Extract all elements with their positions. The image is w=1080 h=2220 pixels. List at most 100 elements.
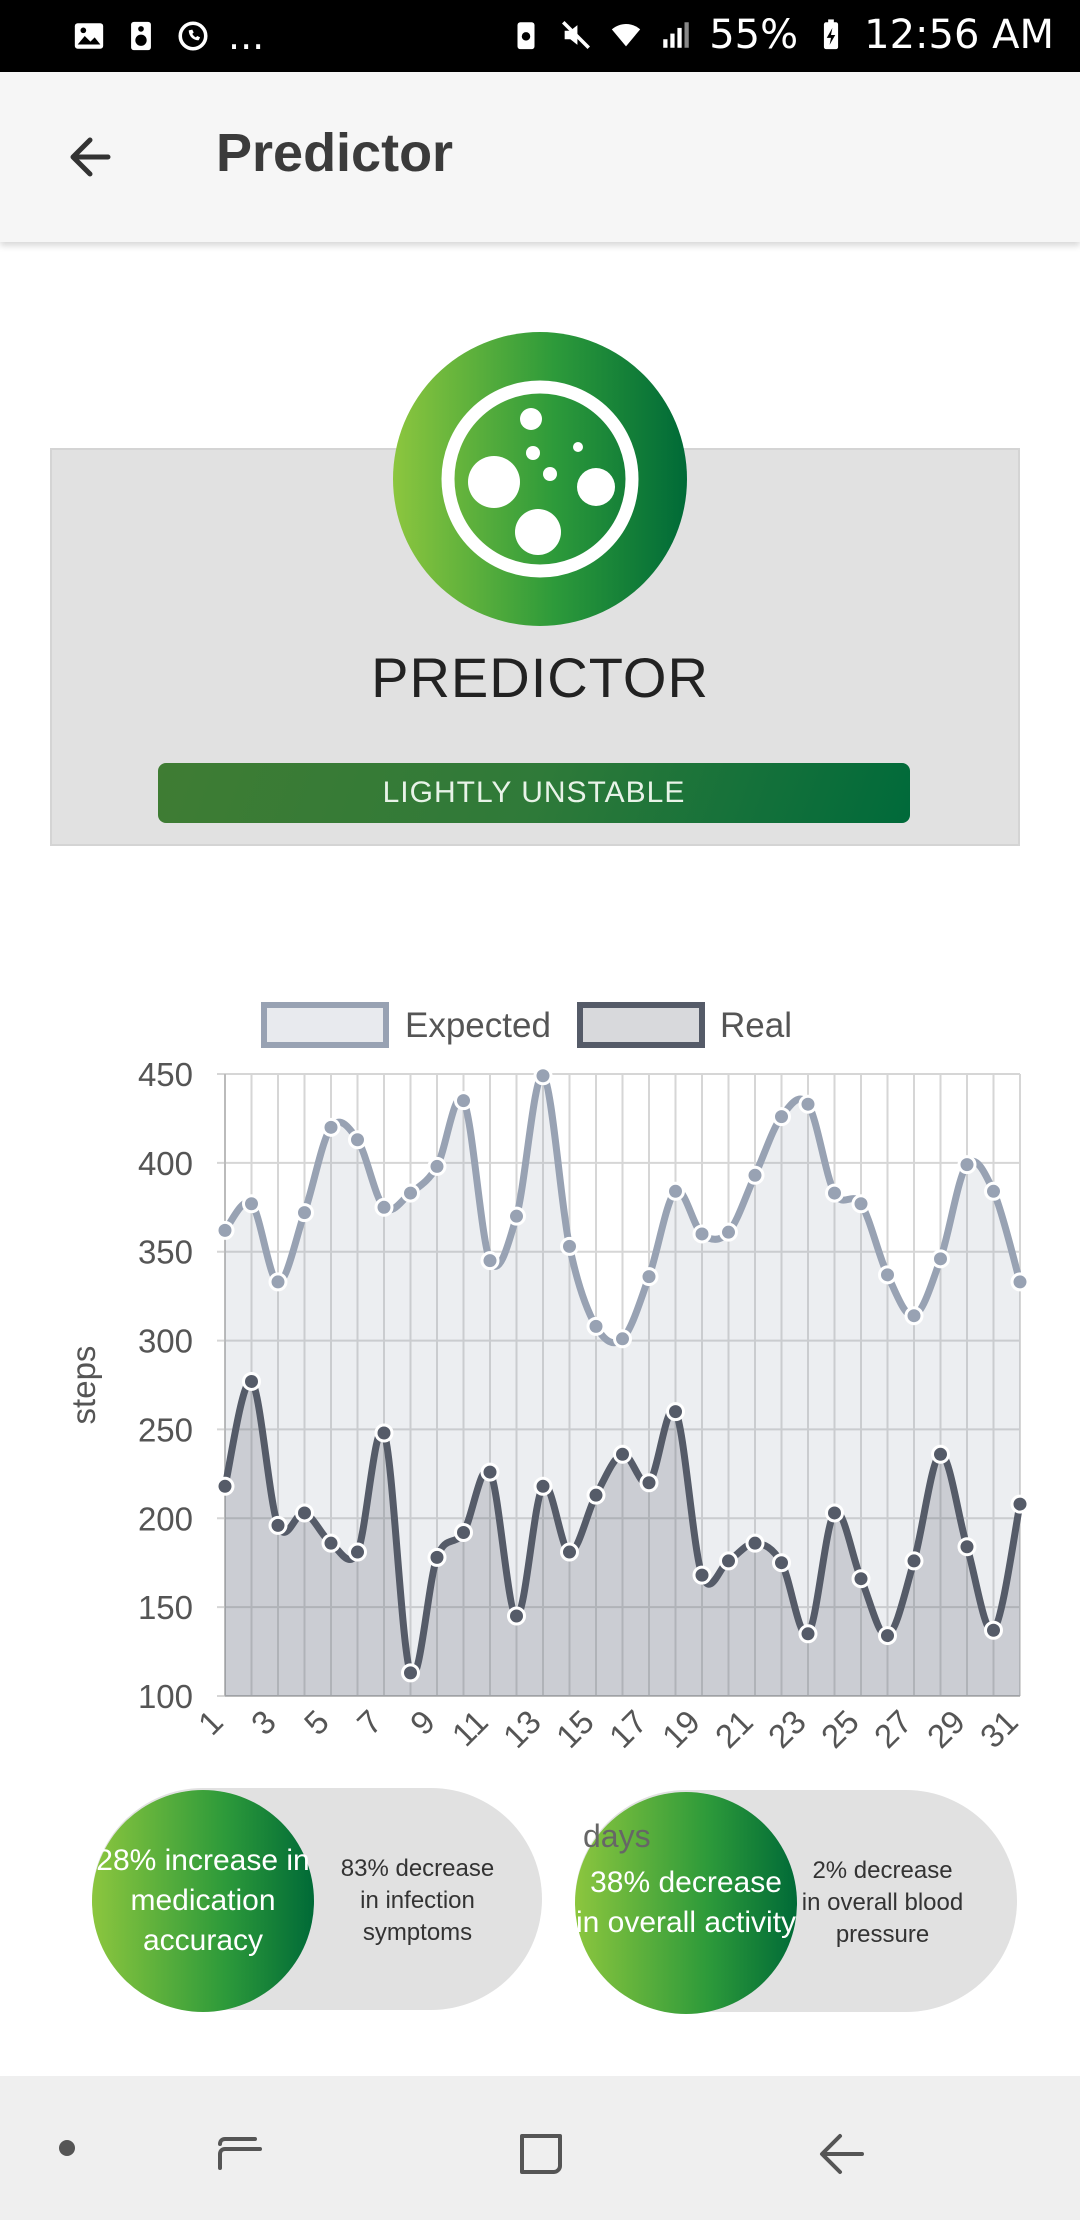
- back-button-icon[interactable]: [812, 2124, 872, 2184]
- y-axis-label: steps: [65, 1346, 102, 1425]
- data-point-expected: [533, 1066, 553, 1086]
- y-tick-label: 150: [138, 1589, 193, 1626]
- data-point-expected: [348, 1130, 367, 1150]
- petri-dish-icon: [441, 380, 639, 578]
- data-point-real: [639, 1473, 659, 1493]
- x-tick-label: 7: [350, 1703, 389, 1742]
- data-point-expected: [480, 1251, 500, 1271]
- x-tick-label: 15: [549, 1703, 601, 1755]
- image-icon: [74, 23, 104, 49]
- data-point-real: [480, 1462, 500, 1482]
- data-point-real: [268, 1515, 288, 1535]
- data-point-real: [878, 1626, 897, 1646]
- data-point-real: [215, 1476, 235, 1496]
- home-button-icon[interactable]: [512, 2124, 572, 2184]
- x-tick-label: 23: [761, 1703, 813, 1755]
- y-tick-label: 200: [138, 1500, 193, 1537]
- x-tick-label: 11: [445, 1703, 495, 1753]
- data-point-expected: [613, 1329, 632, 1349]
- data-point-expected: [374, 1197, 394, 1217]
- data-point-expected: [719, 1222, 738, 1242]
- data-point-expected: [957, 1155, 977, 1175]
- data-point-expected: [321, 1117, 341, 1137]
- data-point-real: [401, 1663, 420, 1683]
- data-point-real: [719, 1551, 738, 1571]
- data-point-expected: [798, 1094, 818, 1114]
- data-point-expected: [772, 1107, 791, 1127]
- y-tick-label: 100: [138, 1678, 193, 1715]
- app-bar: Predictor: [0, 72, 1080, 242]
- legend-swatch-real: [577, 1002, 705, 1048]
- x-tick-label: 5: [297, 1703, 336, 1742]
- data-point-expected: [745, 1165, 765, 1185]
- data-point-real: [348, 1542, 367, 1562]
- stat-side-2: 2% decrease in overall blood pressure: [801, 1857, 964, 1948]
- data-point-real: [692, 1565, 712, 1585]
- wifi-icon: [612, 24, 641, 47]
- y-tick-label: 400: [138, 1145, 193, 1182]
- data-point-real: [374, 1423, 394, 1443]
- data-point-real: [825, 1503, 844, 1523]
- page-title: Predictor: [216, 123, 454, 183]
- x-tick-label: 1: [191, 1703, 230, 1742]
- battery-percent: 55%: [709, 12, 799, 58]
- data-point-expected: [560, 1236, 579, 1256]
- data-point-real: [533, 1476, 553, 1496]
- data-point-expected: [507, 1206, 526, 1226]
- data-point-expected: [215, 1220, 235, 1240]
- data-point-expected: [692, 1224, 712, 1244]
- data-point-real: [586, 1485, 606, 1505]
- x-tick-label: 25: [814, 1703, 866, 1755]
- data-point-expected: [454, 1091, 473, 1111]
- data-point-real: [851, 1569, 871, 1589]
- stat-main-1: 28% increase in medication accuracy: [92, 1790, 314, 2012]
- speaker-icon: [131, 21, 151, 51]
- recent-apps-icon[interactable]: [212, 2124, 272, 2184]
- data-point-real: [613, 1444, 632, 1464]
- data-point-expected: [904, 1306, 924, 1326]
- x-tick-label: 17: [602, 1703, 654, 1755]
- data-point-real: [321, 1533, 341, 1553]
- x-tick-label: 9: [403, 1703, 442, 1742]
- data-point-real: [745, 1533, 765, 1553]
- data-point-expected: [242, 1194, 261, 1214]
- x-tick-label: 29: [920, 1703, 972, 1755]
- data-point-real: [772, 1553, 791, 1573]
- data-point-real: [798, 1624, 818, 1644]
- steps-line-chart: 1001502002503003504004501 3 5 7 9 11 13 15 17 19 2…: [65, 1002, 1030, 1755]
- legend-swatch-expected: [261, 1002, 389, 1048]
- status-bar: ... 55% 12:56 AM: [0, 0, 1080, 72]
- data-point-expected: [825, 1183, 844, 1203]
- data-point-real: [984, 1620, 1003, 1640]
- x-tick-label: 3: [244, 1703, 283, 1742]
- data-point-expected: [268, 1272, 288, 1292]
- x-axis-label: days: [583, 1818, 651, 1854]
- data-point-real: [904, 1551, 924, 1571]
- y-tick-label: 250: [138, 1411, 193, 1448]
- data-point-real: [957, 1537, 977, 1557]
- mute-icon: [562, 20, 591, 50]
- data-point-expected: [851, 1194, 871, 1214]
- y-tick-label: 300: [138, 1323, 193, 1360]
- data-point-real: [507, 1606, 526, 1626]
- home-dot-icon[interactable]: [52, 2128, 92, 2168]
- data-point-real: [454, 1523, 473, 1543]
- data-point-real: [427, 1547, 447, 1567]
- navigation-bar: [0, 2076, 1080, 2220]
- signal-icon: [663, 22, 689, 48]
- legend-label-real: Real: [720, 1006, 792, 1045]
- back-arrow-icon[interactable]: [60, 122, 130, 192]
- predictor-logo: [393, 332, 687, 626]
- battery-icon: [824, 19, 839, 50]
- data-point-expected: [984, 1181, 1003, 1201]
- data-point-expected: [427, 1156, 447, 1176]
- data-point-real: [666, 1402, 685, 1422]
- x-tick-label: 31: [973, 1703, 1025, 1755]
- data-point-expected: [1010, 1272, 1030, 1292]
- data-point-real: [560, 1542, 579, 1562]
- whatsapp-icon: [178, 21, 208, 51]
- x-tick-label: 13: [496, 1703, 548, 1755]
- data-point-real: [295, 1503, 314, 1523]
- y-tick-label: 450: [138, 1056, 193, 1093]
- y-tick-label: 350: [138, 1234, 193, 1271]
